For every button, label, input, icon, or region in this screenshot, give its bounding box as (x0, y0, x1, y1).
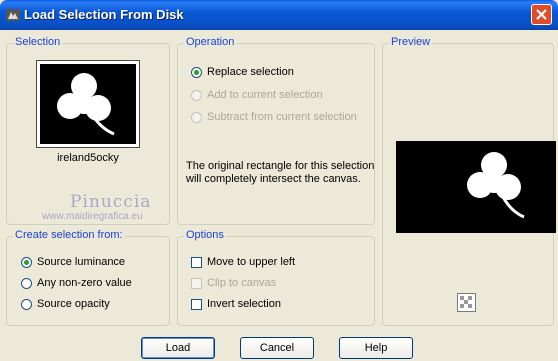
clover-shape (57, 73, 115, 136)
preview-image (396, 141, 556, 233)
any-nonzero-label[interactable]: Any non-zero value (37, 277, 132, 289)
close-icon (536, 9, 547, 20)
thumbnail-name: ireland5ocky (57, 152, 119, 164)
add-selection-radio[interactable] (191, 90, 202, 101)
selection-thumbnail[interactable] (36, 60, 140, 148)
watermark-url: www.maidiregrafica.eu (42, 211, 143, 222)
title-bar[interactable]: Load Selection From Disk (0, 0, 558, 30)
preview-clover (467, 152, 525, 219)
operation-group-label: Operation (184, 36, 237, 48)
move-upper-left-checkbox[interactable] (191, 257, 202, 268)
help-button[interactable]: Help (339, 337, 413, 359)
replace-selection-label[interactable]: Replace selection (207, 66, 294, 78)
add-selection-label[interactable]: Add to current selection (207, 89, 323, 101)
subtract-selection-radio[interactable] (191, 112, 202, 123)
operation-info-text: The original rectangle for this selectio… (186, 160, 375, 185)
subtract-selection-label[interactable]: Subtract from current selection (207, 111, 357, 123)
replace-selection-radio[interactable] (191, 67, 202, 78)
any-nonzero-radio[interactable] (21, 278, 32, 289)
create-from-group-label: Create selection from: (13, 229, 125, 241)
dialog-window: Load Selection From Disk Selection irela… (0, 0, 558, 361)
source-opacity-radio[interactable] (21, 299, 32, 310)
invert-selection-label[interactable]: Invert selection (207, 298, 281, 310)
source-luminance-label[interactable]: Source luminance (37, 256, 125, 268)
source-opacity-label[interactable]: Source opacity (37, 298, 110, 310)
window-title: Load Selection From Disk (24, 7, 184, 22)
clip-to-canvas-checkbox[interactable] (191, 278, 202, 289)
thumbnail-image (40, 64, 136, 144)
checker-zoom-icon[interactable] (457, 293, 476, 312)
close-button[interactable] (531, 4, 552, 25)
app-icon (6, 9, 20, 21)
clip-to-canvas-label[interactable]: Clip to canvas (207, 277, 276, 289)
move-upper-left-label[interactable]: Move to upper left (207, 256, 295, 268)
load-button[interactable]: Load (141, 337, 215, 359)
preview-group-label: Preview (389, 36, 433, 48)
options-group-label: Options (184, 229, 226, 241)
source-luminance-radio[interactable] (21, 257, 32, 268)
selection-group-label: Selection (13, 36, 63, 48)
watermark-name: Pinuccia (70, 192, 152, 212)
invert-selection-checkbox[interactable] (191, 299, 202, 310)
cancel-button[interactable]: Cancel (240, 337, 314, 359)
